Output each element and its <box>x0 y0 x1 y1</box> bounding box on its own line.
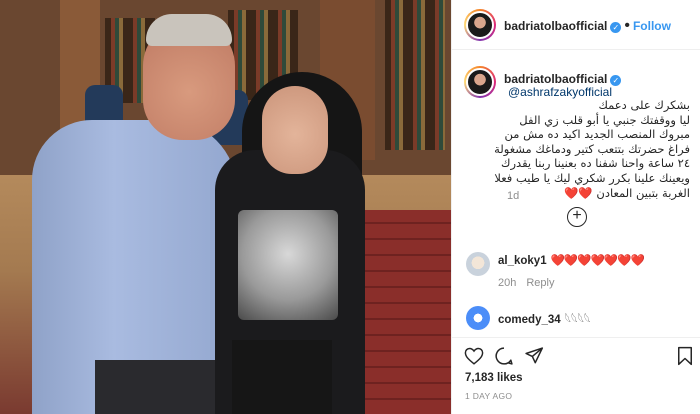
comment-line: comedy_34 𓆩𓆩𓆩𓆩 <box>498 308 591 327</box>
caption-username[interactable]: badriatolbaofficial <box>504 72 607 86</box>
likes-count[interactable]: 7,183 likes <box>465 372 523 384</box>
comment-username[interactable]: comedy_34 <box>498 314 561 326</box>
comment-text: ❤️❤️❤️❤️❤️❤️❤️ <box>550 255 645 267</box>
bookshelf-right <box>385 0 445 150</box>
actions-divider <box>452 337 700 338</box>
follow-button[interactable]: Follow <box>633 19 671 33</box>
plus-circle-icon[interactable]: + <box>567 207 587 227</box>
author-avatar-image <box>466 11 494 39</box>
man-pants <box>95 360 235 414</box>
comment-icon-svg <box>495 347 513 365</box>
caption-text: بشكرك على دعمك ليا ووقفتك جنبي يا أبو قل… <box>494 98 690 200</box>
comment-username[interactable]: al_koky1 <box>498 255 547 267</box>
comment-line: al_koky1 ❤️❤️❤️❤️❤️❤️❤️ <box>498 253 645 267</box>
author-avatar[interactable] <box>464 9 496 41</box>
author-username[interactable]: badriatolbaofficial <box>504 19 607 33</box>
post-photo[interactable] <box>0 0 451 414</box>
comment-text: 𓆩𓆩𓆩𓆩 <box>564 314 591 326</box>
header-line: badriatolbaofficial ✓ • Follow <box>504 17 671 35</box>
share-icon-svg <box>525 347 544 364</box>
woman-legs <box>232 340 332 414</box>
caption-avatar-image <box>466 68 494 96</box>
man-hair <box>146 14 232 46</box>
heart-icon[interactable] <box>463 345 485 367</box>
bookmark-icon[interactable] <box>674 345 696 367</box>
comment-meta: 20h Reply <box>498 277 564 289</box>
post-date: 1 DAY AGO <box>465 391 513 401</box>
post-side-panel: badriatolbaofficial ✓ • Follow badriatolbao… <box>451 0 700 414</box>
woman-face <box>262 86 328 174</box>
shirt-print <box>238 210 338 320</box>
verified-badge-icon: ✓ <box>610 22 622 33</box>
comment-icon[interactable] <box>493 345 515 367</box>
caption-mention-link[interactable]: @ashrafzakyofficial <box>508 85 612 99</box>
separator-dot: • <box>624 17 630 34</box>
commenter-avatar[interactable] <box>466 306 490 330</box>
comment-time: 20h <box>498 277 517 289</box>
share-icon[interactable] <box>523 345 545 367</box>
commenter-avatar[interactable] <box>466 252 490 276</box>
reply-button[interactable]: Reply <box>526 277 554 289</box>
post-header: badriatolbaofficial ✓ • Follow <box>452 0 700 50</box>
caption-time: 1d <box>507 190 520 202</box>
bookmark-icon-svg <box>678 346 692 366</box>
heart-icon-svg <box>464 347 484 365</box>
caption-avatar[interactable] <box>464 66 496 98</box>
